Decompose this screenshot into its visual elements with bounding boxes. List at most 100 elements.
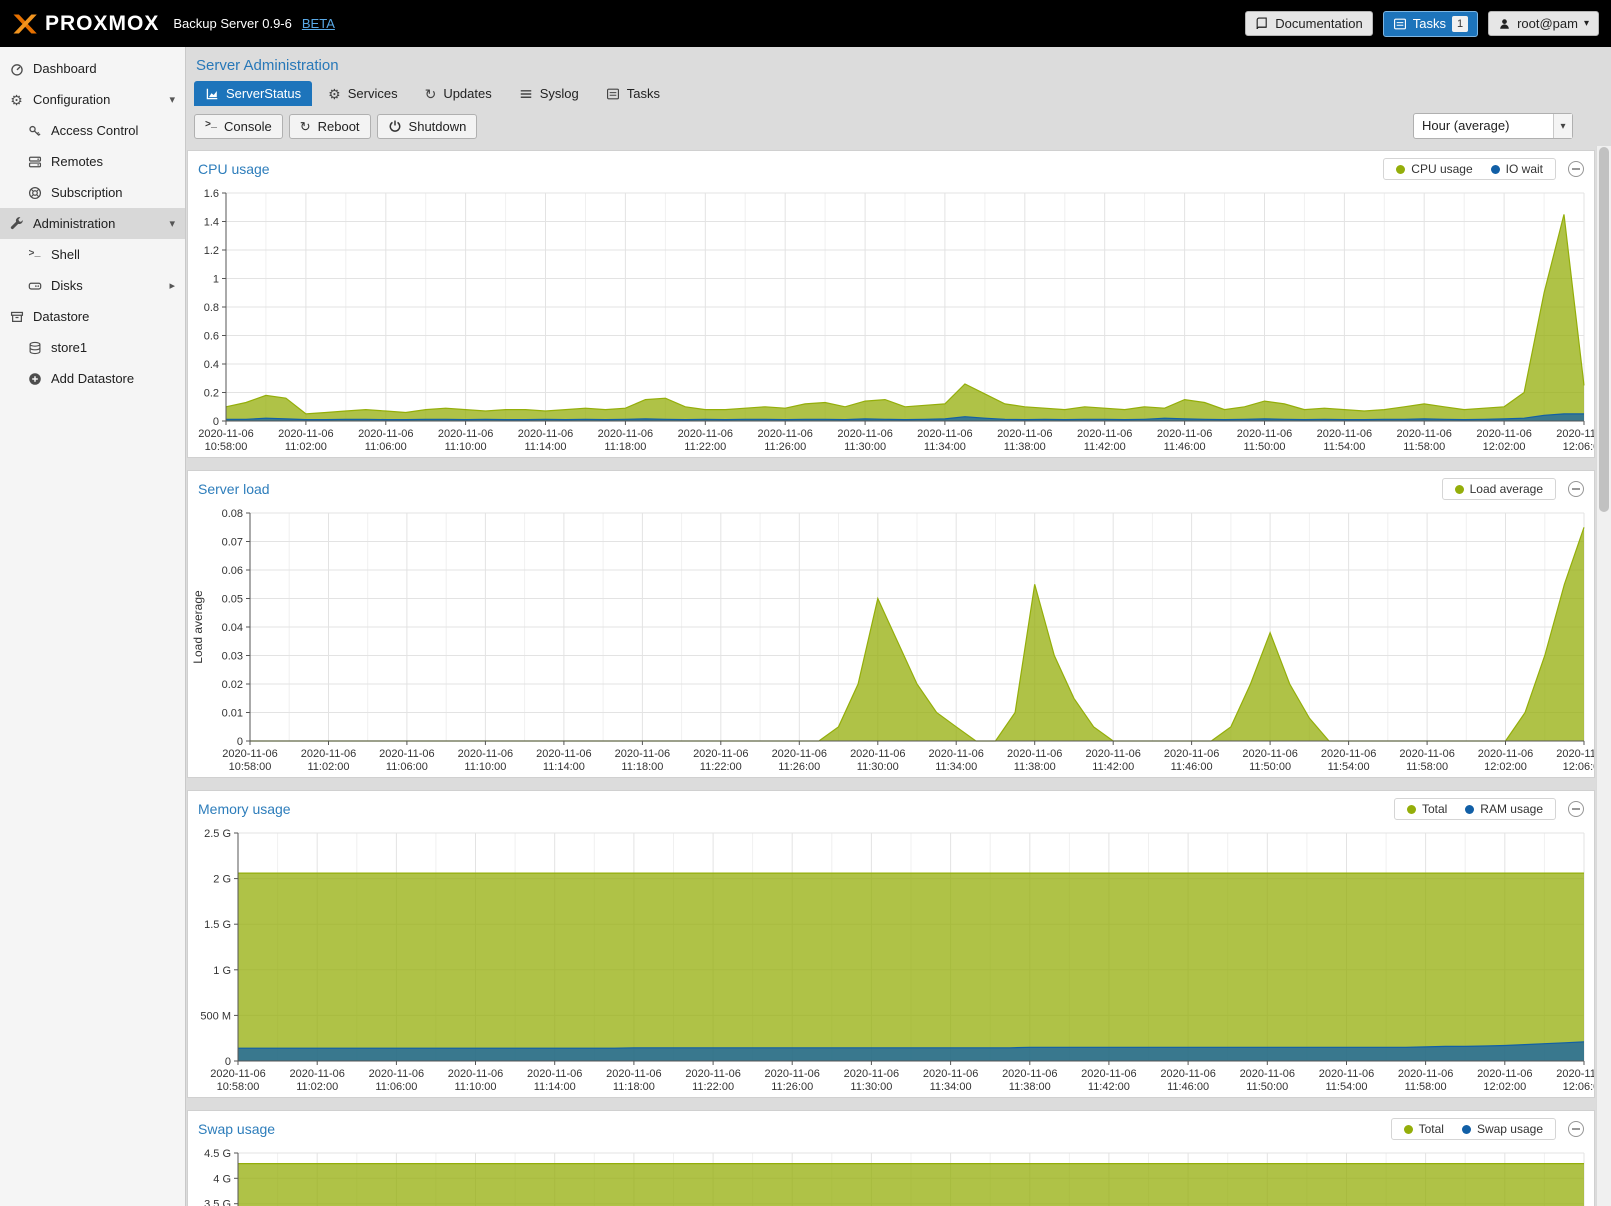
tasks-button[interactable]: Tasks 1 (1383, 11, 1478, 37)
timeframe-select[interactable]: Hour (average) ▾ (1413, 113, 1573, 139)
svg-text:11:58:00: 11:58:00 (1405, 1081, 1447, 1093)
reboot-button[interactable]: ↻Reboot (289, 114, 371, 139)
timeframe-value: Hour (average) (1414, 114, 1553, 138)
panel-header: Swap usage Total Swap usage (188, 1111, 1594, 1147)
svg-text:11:50:00: 11:50:00 (1243, 441, 1285, 453)
legend-label: Swap usage (1477, 1122, 1543, 1136)
svg-text:11:30:00: 11:30:00 (857, 761, 899, 773)
button-label: Console (224, 119, 272, 134)
shutdown-button[interactable]: Shutdown (377, 114, 478, 139)
legend-item-load-average[interactable]: Load average (1455, 482, 1543, 496)
svg-text:2020-11-06: 2020-11-06 (379, 748, 434, 760)
sidebar-item-administration[interactable]: Administration▾ (0, 208, 185, 239)
sidebar-item-disks[interactable]: Disks▸ (0, 270, 185, 301)
svg-text:11:26:00: 11:26:00 (771, 1081, 813, 1093)
svg-text:0.02: 0.02 (222, 679, 243, 691)
svg-text:2020-11-06: 2020-11-06 (210, 1068, 265, 1080)
tasks-count-badge: 1 (1452, 16, 1468, 32)
svg-text:11:18:00: 11:18:00 (613, 1081, 655, 1093)
beta-link[interactable]: BETA (302, 16, 335, 31)
legend-item-total[interactable]: Total (1407, 802, 1447, 816)
documentation-button[interactable]: Documentation (1245, 11, 1372, 36)
legend-label: Total (1422, 802, 1447, 816)
legend-item-total[interactable]: Total (1404, 1122, 1444, 1136)
svg-text:2020-11-06: 2020-11-06 (928, 748, 983, 760)
svg-text:2020-11-06: 2020-11-06 (289, 1068, 344, 1080)
legend-item-swap-usage[interactable]: Swap usage (1462, 1122, 1543, 1136)
console-button[interactable]: >_Console (194, 114, 283, 139)
legend-label: RAM usage (1480, 802, 1543, 816)
proxmox-x-icon (12, 12, 38, 36)
scrollbar-thumb[interactable] (1599, 147, 1609, 512)
sidebar-item-datastore[interactable]: Datastore (0, 301, 185, 332)
legend-dot (1491, 165, 1500, 174)
gears-icon: ⚙ (328, 87, 341, 101)
sidebar-item-shell[interactable]: >_Shell (0, 239, 185, 270)
svg-text:11:42:00: 11:42:00 (1088, 1081, 1130, 1093)
svg-text:2020-11-06: 2020-11-06 (1002, 1068, 1057, 1080)
svg-text:2020-11-06: 2020-11-06 (1321, 748, 1376, 760)
panel-swap-usage: Swap usageTotalSwap usage0500 M1 G1.5 G2… (187, 1110, 1595, 1206)
svg-text:0.03: 0.03 (222, 651, 243, 663)
collapse-panel-icon[interactable] (1568, 801, 1584, 817)
legend-dot (1404, 1125, 1413, 1134)
svg-text:2020-11-06: 2020-11-06 (301, 748, 356, 760)
panel-title: Swap usage (198, 1121, 275, 1137)
svg-text:2020-11-06: 2020-11-06 (527, 1068, 582, 1080)
legend-item-io-wait[interactable]: IO wait (1491, 162, 1543, 176)
tab-tasks[interactable]: Tasks (595, 81, 671, 106)
tab-label: Tasks (627, 86, 660, 101)
svg-text:11:58:00: 11:58:00 (1403, 441, 1445, 453)
tab-serverstatus[interactable]: ServerStatus (194, 81, 312, 106)
svg-text:2020-11-06: 2020-11-06 (693, 748, 748, 760)
sidebar-item-label: Subscription (51, 185, 177, 200)
svg-text:11:14:00: 11:14:00 (534, 1081, 576, 1093)
svg-text:2020-11-06: 2020-11-06 (606, 1068, 661, 1080)
combo-trigger[interactable]: ▾ (1553, 114, 1572, 138)
svg-text:11:34:00: 11:34:00 (930, 1081, 972, 1093)
sidebar-item-dashboard[interactable]: Dashboard (0, 53, 185, 84)
svg-text:1.6: 1.6 (204, 188, 219, 200)
collapse-panel-icon[interactable] (1568, 161, 1584, 177)
chevron-down-icon: ▾ (169, 93, 177, 106)
sidebar-item-store1[interactable]: store1 (0, 332, 185, 363)
sidebar-item-remotes[interactable]: Remotes (0, 146, 185, 177)
tab-updates[interactable]: ↻Updates (414, 81, 503, 106)
collapse-panel-icon[interactable] (1568, 1121, 1584, 1137)
tab-syslog[interactable]: Syslog (508, 81, 590, 106)
sidebar-item-configuration[interactable]: ⚙Configuration▾ (0, 84, 185, 115)
sidebar-item-label: Remotes (51, 154, 177, 169)
svg-text:11:54:00: 11:54:00 (1325, 1081, 1367, 1093)
svg-text:11:10:00: 11:10:00 (454, 1081, 496, 1093)
svg-text:11:22:00: 11:22:00 (692, 1081, 734, 1093)
sidebar-item-subscription[interactable]: Subscription (0, 177, 185, 208)
sidebar-item-add-datastore[interactable]: Add Datastore (0, 363, 185, 394)
svg-text:Load average: Load average (191, 590, 205, 664)
tab-services[interactable]: ⚙Services (317, 81, 408, 106)
key-icon (26, 124, 43, 138)
sidebar-item-access-control[interactable]: Access Control (0, 115, 185, 146)
svg-text:2020-11-06: 2020-11-06 (757, 428, 812, 440)
toolbar: >_Console↻RebootShutdown Hour (average) … (186, 106, 1611, 146)
svg-text:2020-11-06: 2020-11-06 (198, 428, 253, 440)
tasks-label: Tasks (1413, 16, 1446, 31)
svg-text:0.05: 0.05 (222, 594, 243, 606)
user-menu-button[interactable]: root@pam ▾ (1488, 11, 1599, 36)
svg-text:11:06:00: 11:06:00 (365, 441, 407, 453)
collapse-panel-icon[interactable] (1568, 481, 1584, 497)
svg-text:2020-11-06: 2020-11-06 (1399, 748, 1454, 760)
svg-text:0.06: 0.06 (222, 565, 243, 577)
svg-text:2020-11-06: 2020-11-06 (1478, 748, 1533, 760)
terminal-icon: >_ (26, 250, 43, 260)
svg-text:11:26:00: 11:26:00 (764, 441, 806, 453)
product-subtitle: Backup Server 0.9-6 (173, 16, 292, 31)
svg-text:10:58:00: 10:58:00 (229, 761, 272, 773)
svg-text:11:26:00: 11:26:00 (778, 761, 820, 773)
svg-text:2020-11-06: 2020-11-06 (615, 748, 670, 760)
legend-item-ram-usage[interactable]: RAM usage (1465, 802, 1543, 816)
vertical-scrollbar[interactable] (1596, 146, 1611, 1206)
svg-text:2020-11-06: 2020-11-06 (1317, 428, 1372, 440)
svg-text:11:50:00: 11:50:00 (1246, 1081, 1288, 1093)
legend-item-cpu-usage[interactable]: CPU usage (1396, 162, 1472, 176)
legend-dot (1407, 805, 1416, 814)
